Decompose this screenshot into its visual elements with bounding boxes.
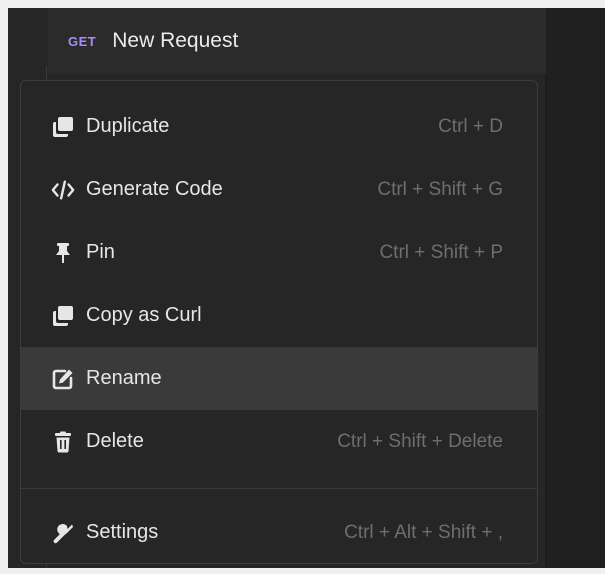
- copy-icon: [51, 304, 75, 328]
- menu-item-label: Copy as Curl: [86, 304, 202, 326]
- menu-item-label: Duplicate: [86, 115, 170, 137]
- trash-icon: [51, 430, 75, 454]
- menu-item-label: Delete: [86, 430, 144, 452]
- request-item[interactable]: GET New Request: [48, 8, 546, 74]
- menu-item-label: Settings: [86, 521, 159, 543]
- menu-item-shortcut: Ctrl + Shift + Delete: [337, 430, 503, 452]
- menu-item-label: Pin: [86, 241, 115, 263]
- request-name: New Request: [112, 29, 239, 52]
- app-window: GET New Request Duplicate Ctrl + D Gener…: [8, 8, 605, 568]
- menu-item-generate-code[interactable]: Generate Code Ctrl + Shift + G: [21, 158, 537, 221]
- duplicate-icon: [51, 115, 75, 139]
- edit-icon: [51, 367, 75, 391]
- menu-item-shortcut: Ctrl + Shift + G: [377, 178, 503, 200]
- request-method-badge: GET: [68, 33, 97, 49]
- menu-separator: [21, 488, 537, 489]
- menu-item-duplicate[interactable]: Duplicate Ctrl + D: [21, 95, 537, 158]
- menu-item-copy-as-curl[interactable]: Copy as Curl: [21, 284, 537, 347]
- context-menu: Duplicate Ctrl + D Generate Code Ctrl + …: [20, 80, 538, 564]
- wrench-icon: [51, 521, 75, 545]
- menu-item-shortcut: Ctrl + Alt + Shift + ,: [344, 521, 503, 543]
- pin-icon: [51, 241, 75, 265]
- menu-item-pin[interactable]: Pin Ctrl + Shift + P: [21, 221, 537, 284]
- menu-item-delete[interactable]: Delete Ctrl + Shift + Delete: [21, 410, 537, 473]
- menu-item-shortcut: Ctrl + D: [438, 115, 503, 137]
- code-icon: [51, 178, 75, 202]
- menu-item-rename[interactable]: Rename: [21, 347, 537, 410]
- menu-item-shortcut: Ctrl + Shift + P: [379, 241, 503, 263]
- menu-item-settings[interactable]: Settings Ctrl + Alt + Shift + ,: [21, 501, 537, 563]
- menu-item-label: Rename: [86, 367, 162, 389]
- menu-item-label: Generate Code: [86, 178, 223, 200]
